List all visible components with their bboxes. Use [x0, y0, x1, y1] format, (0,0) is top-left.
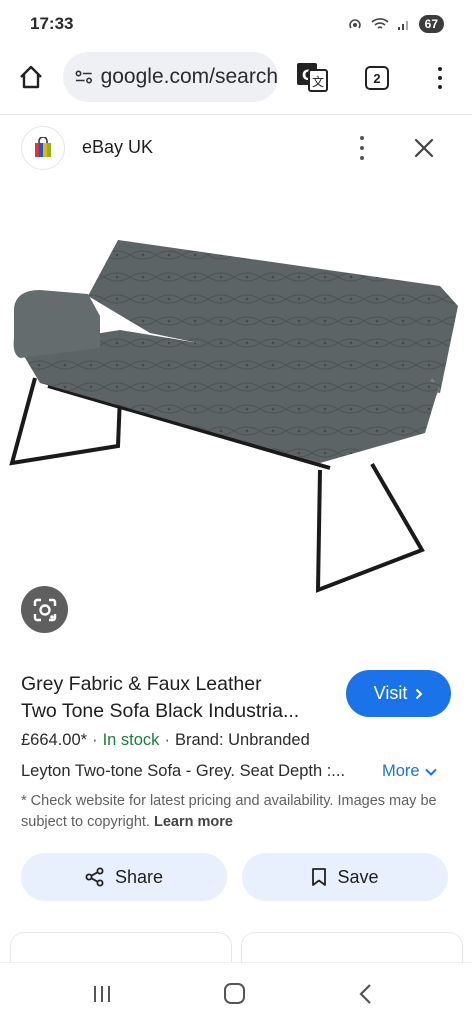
- close-button[interactable]: [412, 136, 436, 160]
- menu-dot: [360, 156, 364, 160]
- chevron-down-icon: [424, 768, 437, 776]
- disclaimer: * Check website for latest pricing and a…: [21, 791, 441, 833]
- site-settings-icon[interactable]: [75, 68, 93, 86]
- stock-status: In stock: [102, 731, 160, 749]
- hotspot-icon: [348, 19, 361, 29]
- svg-text:文: 文: [312, 74, 324, 89]
- browser-menu-button[interactable]: [430, 64, 450, 92]
- menu-dot: [438, 85, 442, 89]
- save-button[interactable]: Save: [242, 853, 448, 901]
- tab-switcher-button[interactable]: 2: [365, 66, 389, 90]
- title-line: Two Tone Sofa Black Industria...: [21, 700, 300, 722]
- result-sheet-header: eBay UK: [0, 116, 472, 176]
- status-time: 17:33: [30, 14, 74, 33]
- site-name: eBay UK: [82, 137, 154, 157]
- bookmark-icon: [312, 868, 327, 886]
- share-button[interactable]: Share: [21, 853, 227, 901]
- chevron-right-icon: [416, 688, 423, 699]
- visit-button[interactable]: Visit: [346, 670, 451, 717]
- lens-icon: [33, 598, 56, 621]
- status-bar: 17:33 67: [0, 0, 472, 48]
- home-icon: [20, 65, 42, 89]
- product-meta: £664.00* · In stock · Brand: Unbranded: [21, 731, 310, 750]
- signal-icon: [397, 21, 408, 30]
- address-bar[interactable]: google.com/search: [63, 52, 278, 102]
- google-lens-button[interactable]: [21, 586, 68, 633]
- shopping-bag-icon: [35, 137, 51, 157]
- system-nav-bar: [0, 962, 472, 1024]
- learn-more-link[interactable]: Learn more: [154, 814, 233, 830]
- product-description: Leyton Two-tone Sofa - Grey. Seat Depth …: [21, 762, 346, 780]
- sheet-options-button[interactable]: [352, 136, 372, 160]
- translate-icon: G文: [297, 63, 328, 92]
- more-label: More: [382, 762, 420, 780]
- separator-dot: ·: [164, 731, 170, 749]
- menu-dot: [438, 76, 442, 80]
- wifi-icon: [371, 18, 389, 29]
- sofa-image: [9, 240, 458, 593]
- recent-apps-icon[interactable]: [92, 985, 112, 1003]
- back-icon[interactable]: [358, 983, 372, 1005]
- more-button[interactable]: More: [382, 762, 437, 781]
- status-icons: 67: [347, 15, 444, 33]
- menu-dot: [360, 136, 364, 140]
- browser-toolbar: google.com/search G文 2: [0, 48, 472, 106]
- close-icon: [414, 138, 434, 158]
- url-text: google.com/search: [100, 65, 278, 88]
- battery-badge: 67: [418, 15, 444, 33]
- product-image[interactable]: [0, 178, 472, 638]
- translate-button[interactable]: G文: [296, 62, 328, 92]
- title-line: Grey Fabric & Faux Leather: [21, 673, 262, 695]
- product-title[interactable]: Grey Fabric & Faux Leather Two Tone Sofa…: [21, 671, 336, 725]
- home-button[interactable]: [16, 62, 46, 92]
- price: £664.00*: [21, 731, 88, 749]
- visit-label: Visit: [373, 683, 408, 703]
- share-icon: [85, 867, 104, 887]
- save-label: Save: [337, 866, 379, 887]
- menu-dot: [360, 146, 364, 150]
- brand: Brand: Unbranded: [174, 731, 310, 749]
- menu-dot: [438, 67, 442, 71]
- toolbar-divider: [0, 114, 472, 115]
- home-nav-icon[interactable]: [224, 983, 245, 1004]
- share-label: Share: [114, 866, 164, 887]
- separator-dot: ·: [92, 731, 98, 749]
- ebay-logo: [21, 126, 65, 170]
